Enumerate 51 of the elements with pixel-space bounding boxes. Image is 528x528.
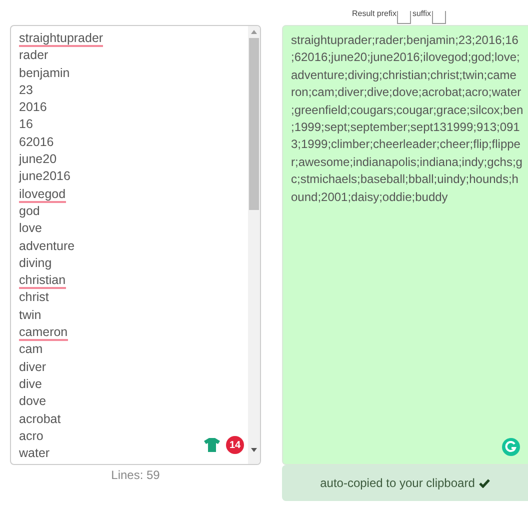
input-line: rader xyxy=(19,48,48,62)
prefix-label: Result prefix xyxy=(352,8,396,20)
input-line: dove xyxy=(19,394,46,408)
input-line: love xyxy=(19,221,42,236)
input-line: acrobat xyxy=(19,412,61,426)
result-text-line: ound;2001;daisy;oddie;buddy xyxy=(291,188,448,206)
result-text-line: adventure;diving;christian;christ;twin;came xyxy=(291,66,516,84)
input-line: cameron xyxy=(19,325,68,342)
result-text-line: c;stmichaels;baseball;bball;uindy;hounds;h xyxy=(291,171,518,188)
input-line: june20 xyxy=(19,152,57,166)
input-textarea[interactable]: straightuprader rader benjamin 23 2016 16 62016 june20 june2016 ilovegod god love adventure diving christian christ twin cameron cam diver dive dove acrobat acro water 14 xyxy=(10,25,261,465)
count-badge[interactable]: 14 xyxy=(226,436,244,454)
input-line: god xyxy=(19,204,40,218)
input-line: 16 xyxy=(19,117,33,132)
prefix-field[interactable] xyxy=(397,11,412,24)
result-text-line: ron;cam;diver;dive;dove;acrobat;acro;water xyxy=(291,84,522,102)
input-line: diving xyxy=(19,256,52,270)
result-text-line: ;1999;sept;september;sept131999;913;091 xyxy=(291,119,520,136)
input-line: christian xyxy=(19,273,66,290)
input-line: benjamin xyxy=(19,66,70,80)
tshirt-icon[interactable] xyxy=(204,438,220,452)
copied-message: auto-copied to your clipboard xyxy=(320,475,475,492)
scrollbar-thumb[interactable] xyxy=(249,38,259,210)
result-text-line: r;awesome;indianapolis;indiana;indy;gchs;g xyxy=(291,154,522,171)
input-line: acro xyxy=(19,428,44,443)
checkmark-icon xyxy=(478,478,490,488)
result-text-line: straightuprader;rader;benjamin;23;2016;16 xyxy=(291,32,518,49)
input-line: water xyxy=(19,446,50,460)
scroll-up-arrow[interactable] xyxy=(251,30,257,34)
input-line: twin xyxy=(19,308,42,322)
input-line: 23 xyxy=(19,82,33,97)
input-line: dive xyxy=(19,376,42,391)
input-line: june2016 xyxy=(19,169,70,184)
lines-count: Lines: 59 xyxy=(111,467,160,484)
grammarly-icon[interactable] xyxy=(502,438,520,456)
input-line: 62016 xyxy=(19,134,54,149)
input-line: ilovegod xyxy=(19,186,66,203)
input-line: cam xyxy=(19,342,43,356)
input-line: adventure xyxy=(19,238,75,253)
result-textarea[interactable] xyxy=(282,25,528,465)
result-text-line: ;62016;june20;june2016;ilovegod;god;love; xyxy=(291,49,520,66)
result-text-line: 3;1999;climber;cheerleader;cheer;flip;flippe xyxy=(291,136,520,154)
input-line: straightuprader xyxy=(19,31,104,47)
scroll-down-arrow[interactable] xyxy=(251,448,257,452)
input-line: 2016 xyxy=(19,100,47,114)
input-line: christ xyxy=(19,290,49,304)
scrollbar[interactable] xyxy=(248,26,260,464)
suffix-label: suffix xyxy=(412,8,431,20)
result-text-line: ;greenfield;cougars;cougar;grace;silcox;ben xyxy=(291,102,524,119)
input-line: diver xyxy=(19,360,46,374)
suffix-field[interactable] xyxy=(432,11,446,24)
